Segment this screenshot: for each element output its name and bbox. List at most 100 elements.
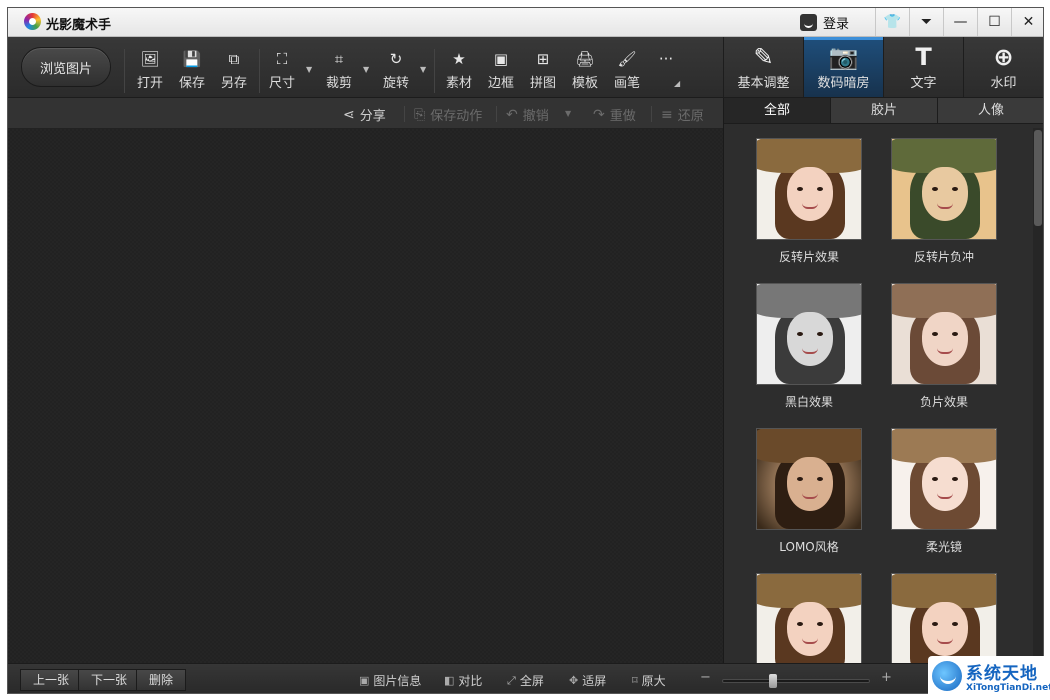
tab-film[interactable]: 胶片 — [831, 98, 938, 123]
minimize-icon: — — [953, 14, 968, 30]
resize-dropdown-icon[interactable]: ▼ — [306, 65, 312, 74]
resize-label: 尺寸 — [268, 76, 295, 91]
menu-button[interactable]: ⏷ — [909, 8, 943, 36]
redo-label: 重做 — [609, 109, 636, 124]
save-button[interactable]: 💾 保存 — [172, 49, 212, 91]
save-action-label: 保存动作 — [430, 109, 483, 124]
effects-panel: 全部 胶片 人像 反转片效果 反转片负冲 黑白效果 负片效果 LOMO风格 柔光… — [723, 98, 1043, 675]
template-button[interactable]: 🖨 模板 — [565, 49, 605, 91]
tab-watermark[interactable]: ⊕ 水印 — [963, 37, 1043, 97]
fit-screen-button[interactable]: ✥ 适屏 — [569, 672, 606, 689]
save-icon: 💾 — [182, 50, 202, 68]
image-info-button[interactable]: ▣ 图片信息 — [359, 672, 421, 689]
action-divider — [651, 106, 652, 122]
open-button[interactable]: 🖼 打开 — [130, 49, 170, 91]
brush-button[interactable]: 🖌 画笔 — [607, 49, 647, 91]
tab-basic-adjust[interactable]: ✎ 基本调整 — [723, 37, 803, 97]
close-button[interactable]: ✕ — [1011, 8, 1043, 36]
tab-portrait[interactable]: 人像 — [938, 98, 1043, 123]
tab-label: 基本调整 — [737, 76, 790, 91]
crop-dropdown-icon[interactable]: ▼ — [363, 65, 369, 74]
template-icon: 🖨 — [575, 50, 595, 68]
effect-item[interactable] — [744, 573, 874, 675]
fullscreen-button[interactable]: ⤢ 全屏 — [507, 672, 544, 689]
prev-image-button[interactable]: 上一张 — [20, 669, 83, 691]
restore-icon: ≡ — [661, 106, 673, 123]
expand-corner-icon[interactable]: ◢ — [674, 79, 680, 88]
restore-label: 还原 — [677, 109, 704, 124]
tab-text[interactable]: T 文字 — [883, 37, 963, 97]
brush-icon: 🖌 — [617, 50, 637, 68]
image-info-label: 图片信息 — [373, 674, 422, 688]
effect-thumbnail — [756, 573, 862, 675]
rotate-button[interactable]: ↻ 旋转 — [376, 49, 416, 91]
effect-thumbnail — [756, 138, 862, 240]
save-action-icon: ⎘ — [414, 106, 426, 123]
fullscreen-label: 全屏 — [519, 674, 544, 688]
save-as-button[interactable]: ⧉ 另存 — [214, 49, 254, 91]
browse-images-button[interactable]: 浏览图片 — [21, 47, 111, 87]
fit-screen-label: 适屏 — [582, 674, 607, 688]
effect-item[interactable]: LOMO风格 — [744, 428, 874, 555]
tab-darkroom[interactable]: 📷 数码暗房 — [803, 37, 883, 97]
crop-icon: ⌗ — [334, 50, 344, 68]
effect-thumbnail — [756, 428, 862, 530]
effect-item[interactable]: 反转片效果 — [744, 138, 874, 265]
delete-button[interactable]: 删除 — [136, 669, 187, 691]
undo-button[interactable]: ↶ 撤销 — [506, 105, 549, 125]
menu-dropdown-icon: ⏷ — [920, 14, 933, 30]
site-watermark: 系统天地 XiTongTianDi.net — [928, 656, 1050, 700]
image-canvas[interactable] — [8, 129, 723, 663]
scrollbar-thumb[interactable] — [1034, 130, 1042, 226]
watermark-url: XiTongTianDi.net — [966, 683, 1050, 693]
crop-button[interactable]: ⌗ 裁剪 — [319, 49, 359, 91]
effect-label: 黑白效果 — [784, 395, 833, 409]
resize-button[interactable]: ⛶ 尺寸 — [262, 49, 302, 91]
toolbar-divider — [124, 49, 125, 93]
skin-button[interactable]: 👕 — [875, 8, 909, 36]
effects-scrollbar[interactable] — [1033, 128, 1043, 658]
actual-size-label: 原大 — [641, 674, 666, 688]
rotate-dropdown-icon[interactable]: ▼ — [420, 65, 426, 74]
open-label: 打开 — [136, 76, 163, 91]
restore-button[interactable]: ≡ 还原 — [661, 105, 704, 125]
effect-item[interactable]: 反转片负冲 — [879, 138, 1009, 265]
redo-icon: ↷ — [593, 106, 605, 123]
close-icon: ✕ — [1022, 14, 1035, 30]
share-button[interactable]: ⋖ 分享 — [343, 105, 386, 125]
actual-size-button[interactable]: ⌑ 原大 — [632, 672, 666, 689]
shirt-icon: 👕 — [883, 14, 902, 30]
minimize-button[interactable]: — — [943, 8, 977, 36]
fit-screen-icon: ✥ — [569, 674, 579, 687]
effect-item[interactable]: 黑白效果 — [744, 283, 874, 410]
collage-icon: ⊞ — [536, 50, 550, 68]
zoom-slider[interactable] — [722, 674, 870, 688]
effect-item[interactable]: 柔光镜 — [879, 428, 1009, 555]
collage-button[interactable]: ⊞ 拼图 — [523, 49, 563, 91]
effects-category-tabs: 全部 胶片 人像 — [724, 98, 1043, 124]
crop-label: 裁剪 — [325, 76, 352, 91]
redo-button[interactable]: ↷ 重做 — [593, 105, 636, 125]
action-divider — [496, 106, 497, 122]
next-image-button[interactable]: 下一张 — [78, 669, 141, 691]
zoom-out-icon[interactable]: − — [700, 670, 711, 685]
compare-button[interactable]: ◧ 对比 — [444, 672, 482, 689]
compare-icon: ◧ — [444, 674, 455, 687]
effect-item[interactable]: 负片效果 — [879, 283, 1009, 410]
maximize-button[interactable]: ☐ — [977, 8, 1011, 36]
zoom-in-icon[interactable]: + — [881, 670, 892, 685]
login-button[interactable]: 登录 — [800, 12, 849, 32]
border-button[interactable]: ▣ 边框 — [481, 49, 521, 91]
watermark-logo-icon — [932, 661, 962, 691]
rotate-icon: ↻ — [389, 50, 403, 68]
tab-label: 数码暗房 — [817, 76, 870, 91]
effect-label: LOMO风格 — [779, 540, 839, 554]
zoom-slider-handle[interactable] — [769, 674, 777, 688]
tab-all[interactable]: 全部 — [724, 98, 831, 123]
darkroom-camera-icon: 📷 — [828, 43, 859, 71]
material-button[interactable]: ★ 素材 — [439, 49, 479, 91]
watermark-title: 系统天地 — [966, 664, 1038, 684]
undo-dropdown-icon[interactable]: ▼ — [565, 109, 571, 118]
undo-label: 撤销 — [522, 109, 549, 124]
save-action-button[interactable]: ⎘ 保存动作 — [414, 105, 483, 125]
